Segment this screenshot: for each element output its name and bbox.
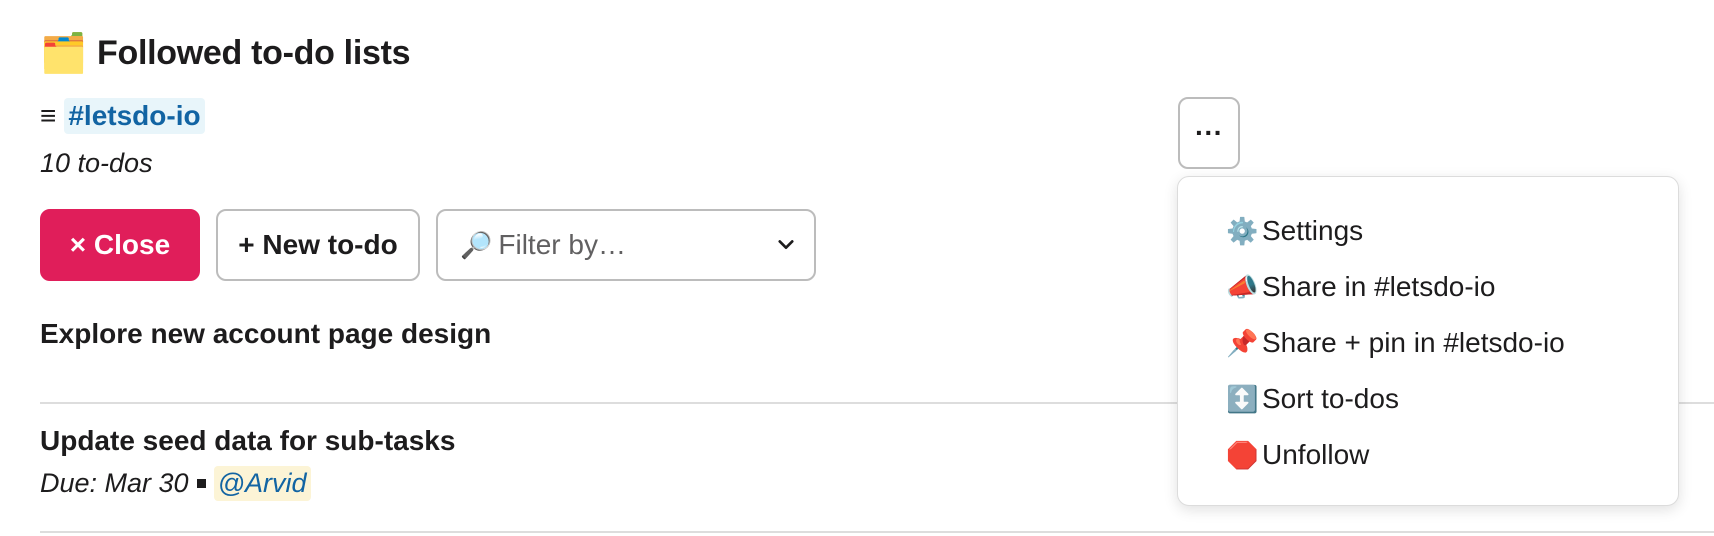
separator-bullet <box>196 479 206 488</box>
assignee-mention[interactable]: @Arvid <box>213 466 311 501</box>
stop-sign-icon: 🛑 <box>1226 440 1259 470</box>
menu-item-share[interactable]: 📣 Share in #letsdo-io <box>1178 259 1678 315</box>
channel-link[interactable]: #letsdo-io <box>64 98 205 134</box>
filter-select[interactable]: 🔎 Filter by… <box>436 209 816 281</box>
new-todo-button[interactable]: + New to-do <box>216 209 420 281</box>
menu-item-share-pin[interactable]: 📌 Share + pin in #letsdo-io <box>1178 315 1678 371</box>
magnifier-icon: 🔎 <box>460 229 493 260</box>
menu-item-label: Sort to-dos <box>1262 383 1399 414</box>
up-down-arrow-icon: ↕️ <box>1226 384 1259 414</box>
todo-item-title[interactable]: Update seed data for sub-tasks <box>40 425 455 457</box>
chevron-down-icon <box>778 237 794 253</box>
menu-item-unfollow[interactable]: 🛑 Unfollow <box>1178 427 1678 483</box>
menu-item-sort[interactable]: ↕️ Sort to-dos <box>1178 371 1678 427</box>
menu-item-label: Share + pin in #letsdo-io <box>1262 327 1565 358</box>
todo-item-meta: Due: Mar 30 @Arvid <box>40 466 311 501</box>
gear-icon: ⚙️ <box>1226 216 1259 246</box>
page-title: Followed to-do lists <box>97 34 411 72</box>
todo-item-title[interactable]: Explore new account page design <box>40 318 491 350</box>
megaphone-icon: 📣 <box>1226 272 1259 302</box>
pushpin-icon: 📌 <box>1226 328 1259 358</box>
more-options-button[interactable]: ··· <box>1178 97 1240 169</box>
close-button[interactable]: × Close <box>40 209 200 281</box>
menu-item-label: Share in #letsdo-io <box>1262 271 1496 302</box>
divider <box>40 531 1714 533</box>
page-header: 🗂️ Followed to-do lists <box>40 32 411 75</box>
due-date: Due: Mar 30 <box>40 468 189 498</box>
menu-item-label: Settings <box>1262 215 1364 246</box>
menu-item-settings[interactable]: ⚙️ Settings <box>1178 203 1678 259</box>
list-icon: ≡ <box>40 100 57 131</box>
list-header: ≡ #letsdo-io <box>40 98 205 134</box>
todo-count: 10 to-dos <box>40 148 153 178</box>
menu-item-label: Unfollow <box>1262 439 1370 470</box>
card-file-box-icon: 🗂️ <box>40 32 88 75</box>
filter-placeholder: Filter by… <box>498 229 626 260</box>
overflow-menu: ⚙️ Settings 📣 Share in #letsdo-io 📌 Shar… <box>1177 176 1679 506</box>
